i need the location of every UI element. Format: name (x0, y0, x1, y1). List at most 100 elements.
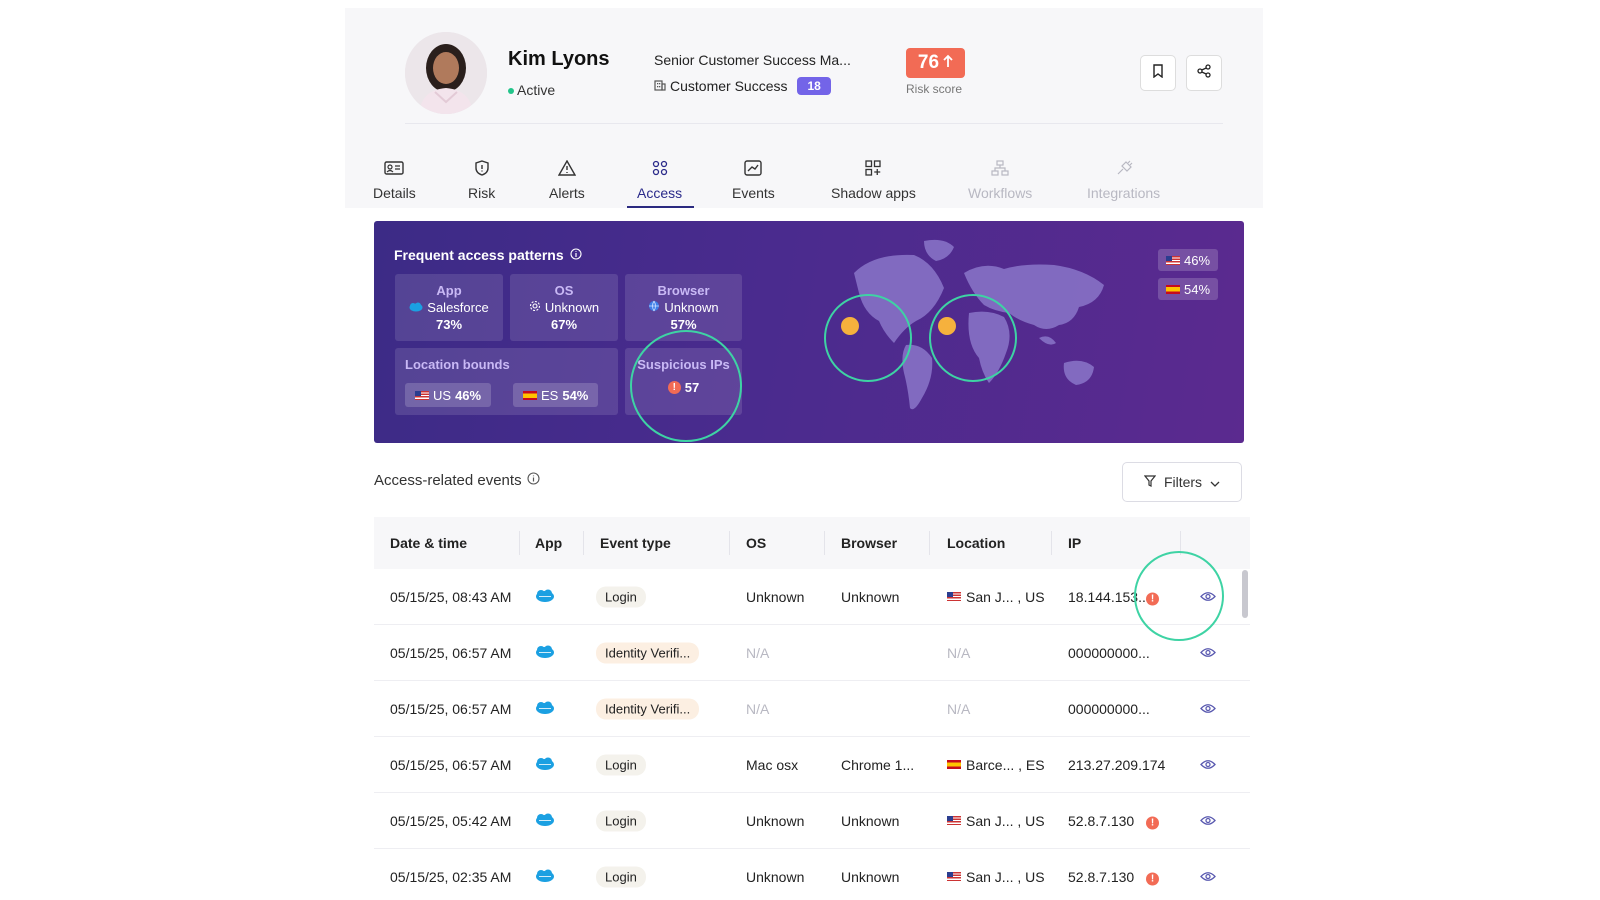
tile-value: Unknown (510, 300, 618, 315)
cell-os: Unknown (746, 588, 805, 605)
workflow-icon (991, 160, 1009, 185)
table-row[interactable]: 05/15/25, 05:42 AM Login Unknown Unknown… (374, 793, 1250, 849)
cell-location-text: Barce... , ES (966, 756, 1045, 773)
us-flag-icon (947, 816, 961, 825)
risk-score-label: Risk score (906, 82, 963, 96)
col-header-browser[interactable]: Browser (841, 535, 897, 551)
eye-icon[interactable] (1200, 645, 1216, 661)
col-header-os[interactable]: OS (746, 535, 766, 551)
filter-icon (1143, 474, 1157, 490)
chip-code: US (433, 387, 452, 403)
status-dot-icon (508, 88, 514, 95)
map-legend-us: 46% (1158, 249, 1219, 271)
tab-details[interactable]: Details (373, 160, 416, 201)
department-count-badge[interactable]: 18 (797, 77, 831, 95)
table-row[interactable]: 05/15/25, 08:43 AM Login Unknown Unknown… (374, 569, 1250, 625)
tab-integrations: Integrations (1087, 160, 1160, 201)
salesforce-icon (535, 812, 555, 829)
cell-event-type: Login (596, 754, 646, 775)
legend-percent: 54% (1184, 281, 1211, 297)
cell-ip: 52.8.7.130 (1068, 812, 1135, 829)
cell-os: Unknown (746, 812, 805, 829)
cell-date: 05/15/25, 02:35 AM (390, 868, 512, 885)
tile-percent: 67% (550, 317, 578, 332)
events-title: Access-related events (374, 472, 540, 489)
eye-icon[interactable] (1200, 701, 1216, 717)
column-divider (519, 531, 520, 555)
location-chip-es[interactable]: ES 54% (513, 383, 599, 407)
col-header-app[interactable]: App (535, 535, 562, 551)
patterns-title-text: Frequent access patterns (394, 247, 564, 263)
column-divider (729, 531, 730, 555)
tab-events[interactable]: Events (732, 160, 775, 201)
cell-location: N/A (947, 645, 970, 661)
tile-value: Unknown (625, 300, 742, 315)
tile-label: App (436, 283, 462, 298)
cell-browser: Chrome 1... (841, 756, 915, 773)
cell-location-text: N/A (947, 700, 971, 717)
salesforce-icon (409, 300, 423, 315)
table-scrollbar[interactable] (1242, 570, 1248, 618)
cell-location: San J... , US (947, 589, 1045, 605)
tab-label: Integrations (1087, 185, 1161, 201)
table-row[interactable]: 05/15/25, 06:57 AM Login Mac osx Chrome … (374, 737, 1250, 793)
table-row[interactable]: 05/15/25, 06:57 AM Identity Verifi... N/… (374, 625, 1250, 681)
eye-icon[interactable] (1200, 813, 1216, 829)
alert-icon[interactable]: ! (1146, 868, 1159, 885)
location-chip-us[interactable]: US 46% (405, 383, 492, 407)
info-icon[interactable] (527, 472, 540, 489)
warning-icon (557, 159, 577, 185)
cell-location-text: San J... , US (966, 868, 1045, 885)
tab-access[interactable]: Access (637, 160, 682, 201)
col-header-event-type[interactable]: Event type (600, 535, 671, 551)
tile-label: Browser (657, 283, 710, 298)
risk-score-badge[interactable]: 76 (906, 48, 965, 78)
cell-ip: 000000000... (1068, 644, 1150, 661)
eye-icon[interactable] (1200, 757, 1216, 773)
tab-label: Details (373, 185, 416, 201)
salesforce-icon (535, 588, 555, 605)
tab-alerts[interactable]: Alerts (549, 159, 585, 201)
info-icon[interactable] (570, 247, 582, 263)
shield-icon (474, 160, 490, 185)
chip-code: ES (541, 387, 559, 403)
us-flag-icon (415, 390, 429, 400)
column-divider (824, 531, 825, 555)
col-header-date[interactable]: Date & time (390, 535, 467, 551)
eye-icon[interactable] (1200, 869, 1216, 885)
col-header-location[interactable]: Location (947, 535, 1005, 551)
cell-location: Barce... , ES (947, 757, 1045, 773)
filters-button[interactable]: Filters (1122, 462, 1242, 502)
share-button[interactable] (1186, 55, 1222, 91)
department-label: Customer Success (670, 78, 788, 94)
map-legend-es: 54% (1158, 278, 1219, 300)
events-table: Date & time App Event type OS Browser Lo… (374, 517, 1250, 900)
cell-os: N/A (746, 644, 770, 661)
tile-percent: 73% (435, 317, 463, 332)
highlight-ring-es (929, 294, 1017, 382)
cell-location-text: San J... , US (966, 812, 1045, 829)
column-divider (929, 531, 930, 555)
alert-icon[interactable]: ! (1146, 812, 1159, 829)
table-header: Date & time App Event type OS Browser Lo… (374, 517, 1250, 569)
cell-event-type: Login (596, 866, 646, 887)
table-row[interactable]: 05/15/25, 02:35 AM Login Unknown Unknown… (374, 849, 1250, 900)
tab-risk[interactable]: Risk (468, 160, 495, 201)
tab-shadow-apps[interactable]: Shadow apps (831, 160, 916, 201)
salesforce-icon (535, 644, 555, 661)
chart-icon (744, 160, 763, 185)
table-row[interactable]: 05/15/25, 06:57 AM Identity Verifi... N/… (374, 681, 1250, 737)
tile-label: OS (554, 283, 574, 298)
chip-percent: 46% (455, 387, 482, 403)
active-tab-indicator (627, 206, 694, 208)
gear-icon (529, 300, 541, 315)
bookmark-button[interactable] (1140, 55, 1176, 91)
column-divider (583, 531, 584, 555)
building-icon (654, 78, 666, 94)
tile-value-text: Unknown (664, 300, 719, 315)
column-divider (1051, 531, 1052, 555)
cell-browser: Unknown (841, 868, 900, 885)
cell-os: N/A (746, 700, 770, 717)
cell-event-type: Login (596, 586, 646, 607)
col-header-ip[interactable]: IP (1068, 535, 1081, 551)
